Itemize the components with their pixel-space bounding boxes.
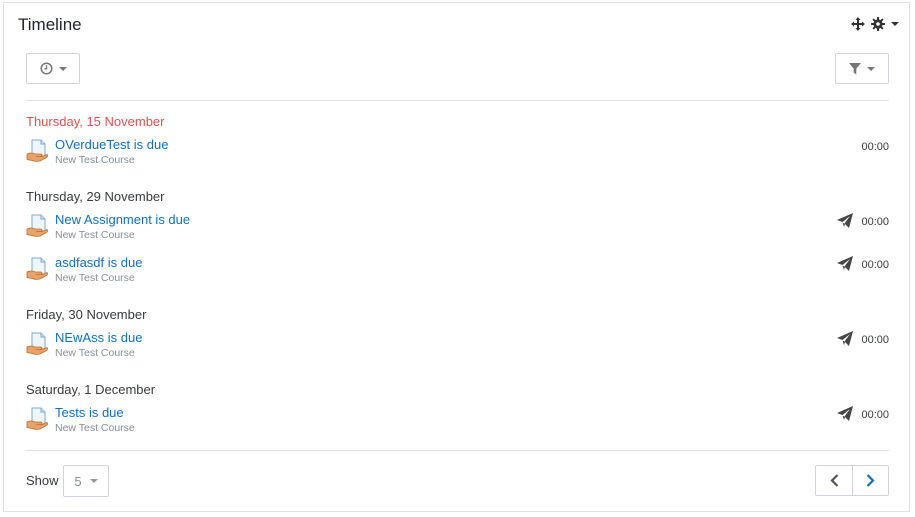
- next-page-button[interactable]: [852, 465, 889, 496]
- event-course: New Test Course: [55, 347, 135, 359]
- sort-dropdown-button[interactable]: [26, 53, 80, 84]
- timeline-block: Timeline Thursday, 15 November OVerdueTe…: [3, 2, 910, 512]
- event-item: New Assignment is due New Test Course 00…: [26, 212, 889, 246]
- event-time: 00:00: [861, 334, 889, 346]
- clock-icon: [39, 62, 53, 75]
- event-link[interactable]: asdfasdf is due: [55, 255, 142, 270]
- chevron-down-icon: [58, 66, 67, 71]
- divider: [26, 450, 889, 451]
- event-link[interactable]: OVerdueTest is due: [55, 137, 168, 152]
- filter-icon: [849, 62, 861, 74]
- event-link[interactable]: Tests is due: [55, 405, 124, 420]
- show-label: Show: [26, 473, 59, 488]
- event-time: 00:00: [861, 141, 889, 153]
- event-item: Tests is due New Test Course 00:00: [26, 405, 889, 439]
- send-icon[interactable]: [837, 213, 853, 228]
- send-icon[interactable]: [837, 331, 853, 346]
- chevron-down-icon: [89, 479, 98, 483]
- send-icon[interactable]: [837, 256, 853, 271]
- event-time: 00:00: [861, 216, 889, 228]
- assignment-icon: [26, 257, 48, 280]
- move-icon[interactable]: [851, 17, 865, 31]
- chevron-down-icon[interactable]: [891, 22, 899, 26]
- event-course: New Test Course: [55, 272, 135, 284]
- event-item: OVerdueTest is due New Test Course 00:00: [26, 137, 889, 171]
- date-heading: Friday, 30 November: [26, 307, 147, 322]
- show-count-dropdown[interactable]: 5: [63, 465, 109, 497]
- send-icon[interactable]: [837, 406, 853, 421]
- event-course: New Test Course: [55, 422, 135, 434]
- filter-dropdown-button[interactable]: [835, 53, 889, 84]
- chevron-down-icon: [867, 66, 875, 71]
- event-course: New Test Course: [55, 154, 135, 166]
- event-time: 00:00: [861, 259, 889, 271]
- date-heading: Thursday, 29 November: [26, 189, 165, 204]
- date-heading: Saturday, 1 December: [26, 382, 156, 397]
- event-course: New Test Course: [55, 229, 135, 241]
- event-time: 00:00: [861, 409, 889, 421]
- divider: [26, 100, 889, 101]
- assignment-icon: [26, 214, 48, 237]
- event-link[interactable]: New Assignment is due: [55, 212, 190, 227]
- assignment-icon: [26, 332, 48, 355]
- assignment-icon: [26, 407, 48, 430]
- show-count-value: 5: [74, 473, 82, 489]
- assignment-icon: [26, 139, 48, 162]
- chevron-left-icon: [829, 474, 838, 487]
- event-item: asdfasdf is due New Test Course 00:00: [26, 255, 889, 289]
- pagination: [815, 465, 889, 496]
- gear-icon[interactable]: [871, 17, 885, 31]
- chevron-right-icon: [866, 474, 875, 487]
- block-controls: [851, 17, 899, 31]
- date-heading: Thursday, 15 November: [26, 114, 165, 129]
- event-item: NEwAss is due New Test Course 00:00: [26, 330, 889, 364]
- block-title: Timeline: [18, 15, 82, 34]
- event-link[interactable]: NEwAss is due: [55, 330, 142, 345]
- previous-page-button[interactable]: [815, 465, 852, 496]
